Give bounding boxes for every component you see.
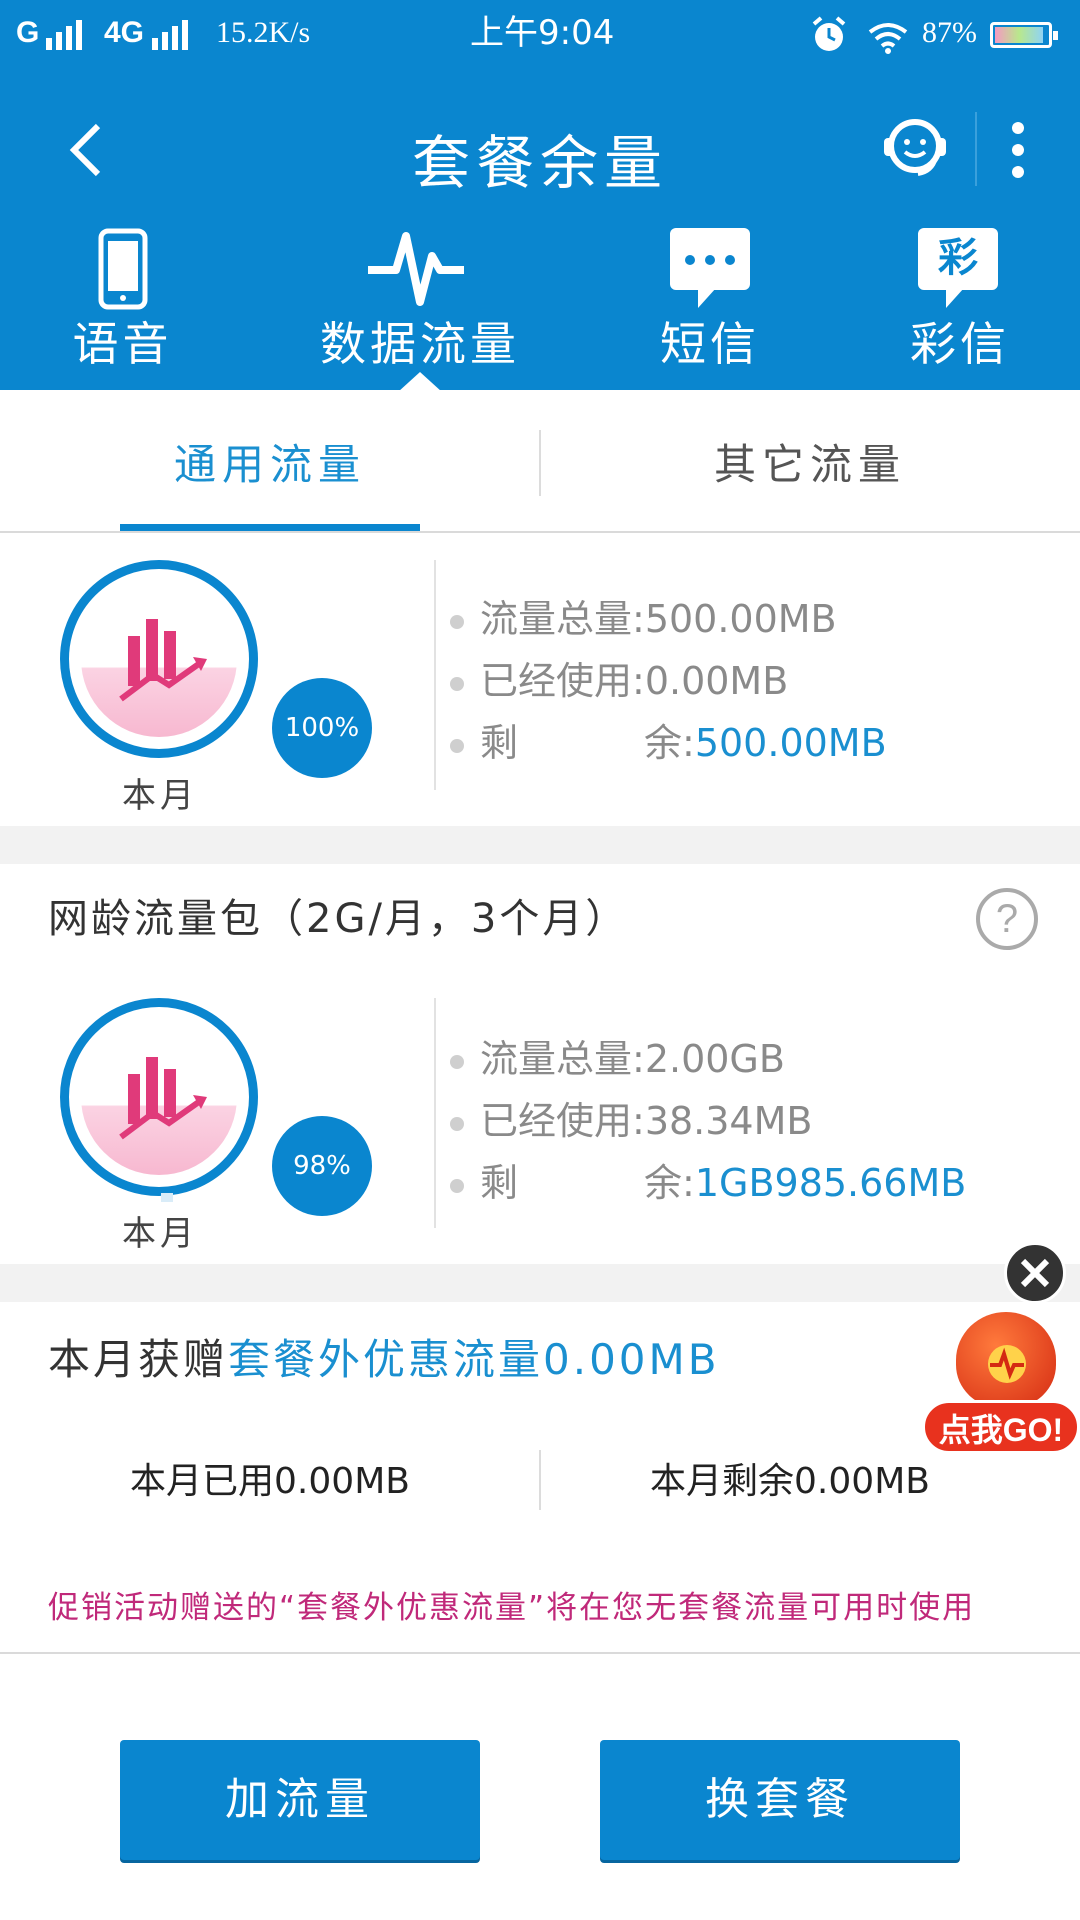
bonus-baseline	[0, 1652, 1080, 1654]
battery-percent: 87%	[922, 16, 977, 49]
remaining-line: 剩余:1GB985.66MB	[450, 1152, 966, 1207]
month-label: 本月	[122, 1214, 198, 1254]
customer-service-icon[interactable]	[880, 114, 950, 182]
section-divider	[434, 560, 436, 790]
signal-label-1: G	[16, 16, 40, 49]
usage-ring	[60, 998, 258, 1202]
active-tab-pointer	[398, 372, 442, 392]
subtab-general[interactable]: 通用流量	[0, 420, 540, 510]
category-label: 数据流量	[320, 317, 520, 371]
help-icon[interactable]: ?	[976, 888, 1038, 950]
usage-percent-badge: 98%	[272, 1116, 372, 1216]
section-separator	[0, 1264, 1080, 1302]
section-divider	[434, 998, 436, 1228]
bonus-remaining: 本月剩余0.00MB	[650, 1461, 930, 1502]
signal-label-2: 4G	[104, 16, 145, 49]
category-label: 彩信	[910, 317, 1010, 371]
status-time: 上午9:04	[470, 13, 615, 53]
plan-title: 网龄流量包（2G/月，3个月）	[48, 896, 629, 942]
month-label: 本月	[122, 776, 198, 816]
mms-icon-text: 彩	[938, 235, 978, 281]
subtab-other[interactable]: 其它流量	[540, 420, 1080, 510]
used-line: 已经使用:0.00MB	[450, 650, 788, 705]
usage-chart-icon	[119, 1057, 207, 1140]
nav-divider	[975, 112, 977, 186]
change-plan-button[interactable]: 换套餐	[600, 1740, 960, 1860]
promo-widget[interactable]: 点我GO!	[922, 1308, 1080, 1458]
pulse-icon	[368, 232, 464, 306]
message-icon	[670, 228, 750, 308]
pulse-icon	[988, 1345, 1026, 1383]
usage-chart-icon	[119, 619, 207, 702]
more-vertical-icon[interactable]	[1006, 120, 1030, 180]
battery-icon	[990, 22, 1058, 48]
signal-bars-icon	[152, 20, 188, 50]
section-separator	[0, 826, 1080, 864]
signal-bars-icon	[46, 20, 82, 50]
usage-ring	[60, 560, 258, 758]
promo-close-button[interactable]	[1004, 1242, 1066, 1304]
network-speed: 15.2K/s	[216, 16, 311, 49]
remaining-line: 剩余:500.00MB	[450, 712, 887, 767]
category-tab-mms[interactable]: 彩 彩信	[840, 222, 1080, 382]
add-traffic-button[interactable]: 加流量	[120, 1740, 480, 1860]
close-icon	[1020, 1258, 1050, 1288]
total-line: 流量总量:500.00MB	[450, 588, 837, 643]
category-tab-sms[interactable]: 短信	[595, 222, 825, 382]
category-label: 语音	[72, 317, 173, 371]
category-label: 短信	[660, 317, 760, 371]
promo-label: 点我GO!	[922, 1400, 1080, 1454]
phone-icon	[98, 228, 148, 310]
bonus-note: 促销活动赠送的“套餐外优惠流量”将在您无套餐流量可用时使用	[48, 1590, 976, 1626]
subtab-baseline	[0, 531, 1080, 533]
subtab-active-indicator	[120, 524, 420, 531]
total-line: 流量总量:2.00GB	[450, 1028, 785, 1083]
ring-gap	[161, 1193, 173, 1202]
used-line: 已经使用:38.34MB	[450, 1090, 812, 1145]
category-tab-data[interactable]: 数据流量	[295, 222, 545, 382]
bonus-title: 本月获赠套餐外优惠流量0.00MB	[48, 1335, 720, 1384]
bonus-used: 本月已用0.00MB	[130, 1461, 410, 1502]
category-tab-voice[interactable]: 语音	[0, 222, 245, 382]
alarm-clock-icon	[812, 16, 846, 51]
usage-percent-badge: 100%	[272, 678, 372, 778]
wifi-icon	[868, 23, 908, 54]
